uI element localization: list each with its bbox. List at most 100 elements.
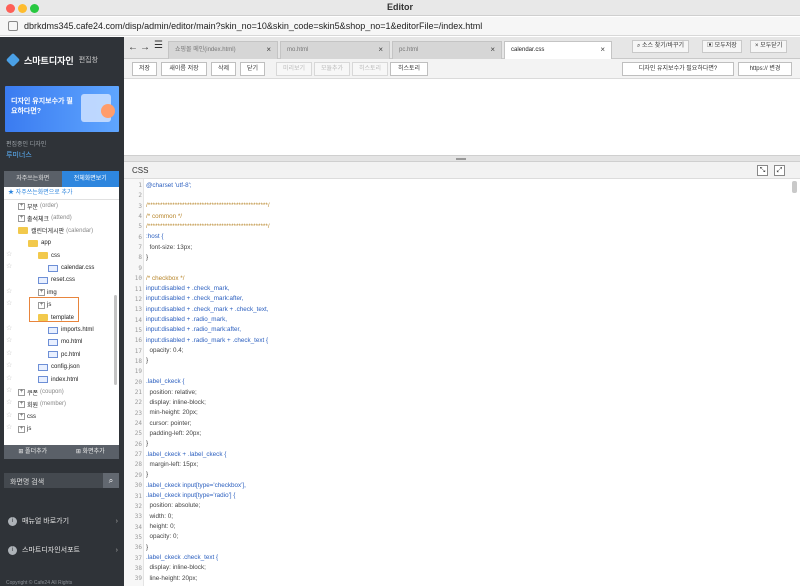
- code-line[interactable]: margin-left: 15px;: [146, 461, 198, 468]
- add-screen-button[interactable]: ⊞ 화면추가: [62, 445, 120, 459]
- tree-item[interactable]: + 쿠폰 (coupon): [18, 386, 64, 398]
- code-line[interactable]: }: [146, 254, 148, 261]
- collapse-icon[interactable]: ⤡: [757, 165, 768, 176]
- editor-scrollbar[interactable]: [792, 181, 797, 193]
- favorite-star-icon[interactable]: ☆: [6, 398, 12, 406]
- tree-item[interactable]: calendar.css: [48, 262, 94, 274]
- code-line[interactable]: /***************************************…: [146, 202, 270, 209]
- preview-button[interactable]: 미리보기: [276, 62, 312, 76]
- tab-frequent-screens[interactable]: 자주쓰는화면: [4, 171, 62, 187]
- save-as-button[interactable]: 새이름 저장: [161, 62, 207, 76]
- expand-plus-icon[interactable]: +: [18, 413, 25, 421]
- code-line[interactable]: position: absolute;: [146, 502, 200, 509]
- favorite-star-icon[interactable]: ☆: [6, 374, 12, 382]
- code-line[interactable]: input:disabled + .radio_mark + .check_te…: [146, 337, 268, 344]
- tab-index-html[interactable]: 쇼핑몰 메인(index.html) ×: [168, 41, 278, 59]
- favorite-star-icon[interactable]: ☆: [6, 250, 12, 258]
- code-line[interactable]: input:disabled + .radio_mark:after,: [146, 326, 241, 333]
- address-bar[interactable]: dbrkdms345.cafe24.com/disp/admin/editor/…: [0, 17, 800, 36]
- favorite-star-icon[interactable]: ☆: [6, 287, 12, 295]
- tab-all-screens[interactable]: 전체화면보기: [61, 171, 119, 187]
- https-change-button[interactable]: https:// 변경: [738, 62, 792, 76]
- tree-item[interactable]: + 회원 (member): [18, 398, 66, 410]
- tab-list-icon[interactable]: ☰: [154, 40, 163, 51]
- favorite-star-icon[interactable]: ☆: [6, 361, 12, 369]
- close-icon[interactable]: ×: [378, 42, 383, 58]
- page-info-icon[interactable]: [8, 21, 18, 31]
- tree-item[interactable]: + js: [18, 423, 31, 435]
- expand-plus-icon[interactable]: +: [38, 289, 45, 297]
- favorite-star-icon[interactable]: ☆: [6, 262, 12, 270]
- maintenance-help-button[interactable]: 디자인 유지보수가 필요하다면?: [622, 62, 734, 76]
- favorite-star-icon[interactable]: ☆: [6, 324, 12, 332]
- expand-plus-icon[interactable]: +: [18, 425, 25, 433]
- search-input[interactable]: 화면명 검색: [10, 477, 44, 487]
- code-line[interactable]: cursor: pointer;: [146, 420, 191, 427]
- maintenance-banner[interactable]: 디자인 유지보수가 필요하다면?: [5, 86, 119, 132]
- tree-item[interactable]: template: [38, 312, 74, 324]
- expand-icon[interactable]: ⤢: [774, 165, 785, 176]
- code-line[interactable]: opacity: 0;: [146, 533, 178, 540]
- history-button-2[interactable]: 히스토리: [390, 62, 428, 76]
- code-line[interactable]: position: relative;: [146, 389, 196, 396]
- expand-plus-icon[interactable]: +: [18, 214, 25, 222]
- tree-item[interactable]: app: [28, 237, 51, 249]
- tree-item[interactable]: + 출석체크 (attend): [18, 212, 72, 224]
- code-line[interactable]: .label_ckeck + .label_ckeck {: [146, 451, 226, 458]
- code-line[interactable]: min-height: 20px;: [146, 409, 197, 416]
- code-line[interactable]: :host {: [146, 233, 164, 240]
- add-module-button[interactable]: 모듈추가: [314, 62, 350, 76]
- url-text[interactable]: dbrkdms345.cafe24.com/disp/admin/editor/…: [24, 21, 482, 31]
- code-line[interactable]: }: [146, 544, 148, 551]
- favorite-star-icon[interactable]: ☆: [6, 336, 12, 344]
- expand-plus-icon[interactable]: +: [38, 301, 45, 309]
- tab-pc-html[interactable]: pc.html ×: [392, 41, 502, 59]
- pane-splitter[interactable]: [124, 155, 800, 162]
- code-line[interactable]: .label_ckeck .check_text {: [146, 554, 218, 561]
- expand-plus-icon[interactable]: +: [18, 388, 25, 396]
- tree-scrollbar[interactable]: [114, 295, 117, 385]
- favorite-star-icon[interactable]: ☆: [6, 411, 12, 419]
- code-line[interactable]: input:disabled + .check_mark,: [146, 285, 229, 292]
- save-button[interactable]: 저장: [132, 62, 157, 76]
- tab-calendar-css[interactable]: calendar.css ×: [504, 41, 612, 59]
- code-line[interactable]: padding-left: 20px;: [146, 430, 201, 437]
- tree-item[interactable]: + 부분 (order): [18, 200, 58, 212]
- close-icon[interactable]: ×: [266, 42, 271, 58]
- add-to-favorites-link[interactable]: ★ 자주쓰는화면으로 추가: [4, 187, 119, 200]
- add-folder-button[interactable]: ⊞ 폴더추가: [4, 445, 62, 459]
- search-icon[interactable]: ⌕: [103, 473, 119, 488]
- delete-button[interactable]: 삭제: [211, 62, 236, 76]
- screen-search[interactable]: 화면명 검색 ⌕: [4, 473, 119, 488]
- history-button[interactable]: 히스토리: [352, 62, 388, 76]
- code-line[interactable]: .label_ckeck {: [146, 378, 185, 385]
- code-line[interactable]: font-size: 13px;: [146, 244, 192, 251]
- tree-item[interactable]: config.json: [38, 361, 80, 373]
- tree-item[interactable]: + js: [38, 299, 51, 311]
- code-line[interactable]: line-height: 20px;: [146, 575, 197, 582]
- code-line[interactable]: }: [146, 471, 148, 478]
- forward-arrow-icon[interactable]: →: [140, 42, 150, 53]
- code-line[interactable]: display: inline-block;: [146, 399, 205, 406]
- code-line[interactable]: input:disabled + .check_mark + .check_te…: [146, 306, 269, 313]
- close-button[interactable]: 닫기: [240, 62, 265, 76]
- code-line[interactable]: /* common */: [146, 213, 182, 220]
- tab-mo-html[interactable]: mo.html ×: [280, 41, 390, 59]
- tree-item[interactable]: reset.css: [38, 274, 75, 286]
- code-line[interactable]: opacity: 0.4;: [146, 347, 183, 354]
- code-line[interactable]: }: [146, 357, 148, 364]
- find-replace-button[interactable]: ⌕ 소스 찾기/바꾸기: [632, 40, 690, 53]
- code-editor[interactable]: 1 @charset 'utf-8'; 2 3/*******************…: [124, 179, 800, 586]
- tree-item[interactable]: css: [38, 250, 60, 262]
- favorite-star-icon[interactable]: ☆: [6, 299, 12, 307]
- tree-item[interactable]: mo.html: [48, 336, 82, 348]
- favorite-star-icon[interactable]: ☆: [6, 349, 12, 357]
- tree-item[interactable]: + css: [18, 411, 36, 423]
- tree-item[interactable]: index.html: [38, 374, 78, 386]
- support-link[interactable]: i 스마트디자인서포트 ›: [8, 544, 118, 556]
- close-icon[interactable]: ×: [490, 42, 495, 58]
- tree-item[interactable]: 캘린더게시판 (calendar): [18, 225, 93, 237]
- back-arrow-icon[interactable]: ←: [128, 42, 138, 53]
- expand-plus-icon[interactable]: +: [18, 400, 25, 408]
- code-line[interactable]: /* checkbox */: [146, 275, 185, 282]
